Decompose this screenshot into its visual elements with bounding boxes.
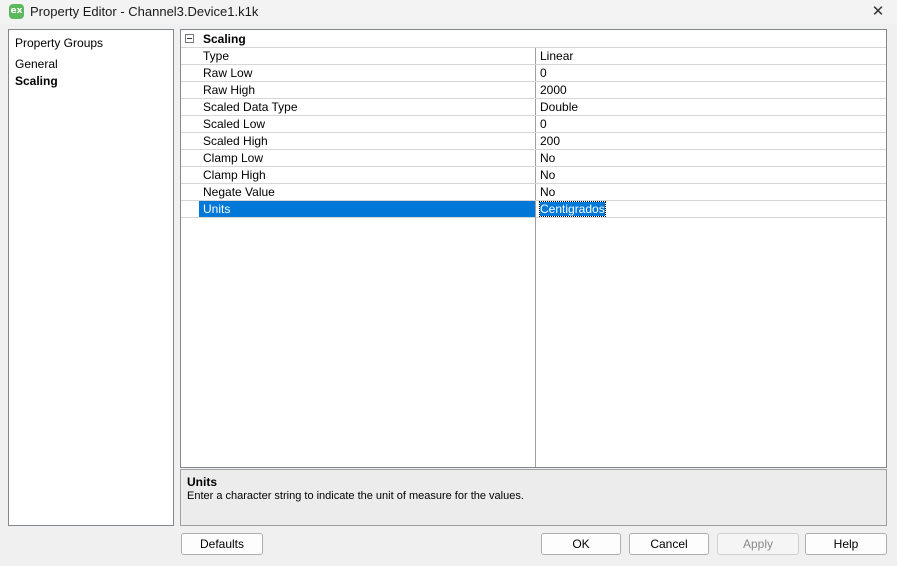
help-button[interactable]: Help	[805, 533, 887, 555]
property-value[interactable]: 0	[535, 65, 886, 81]
property-name: Scaled Low	[203, 117, 266, 131]
property-value[interactable]: No	[535, 184, 886, 200]
property-row-units[interactable]: Units Centigrados	[181, 200, 886, 217]
column-divider[interactable]	[535, 217, 536, 467]
property-row-raw-low[interactable]: Raw Low 0	[181, 64, 886, 81]
description-text: Enter a character string to indicate the…	[187, 490, 524, 502]
window-title: Property Editor - Channel3.Device1.k1k	[30, 4, 259, 19]
property-row-negate-value[interactable]: Negate Value No	[181, 183, 886, 200]
property-name: Clamp Low	[203, 151, 264, 165]
description-title: Units	[187, 475, 217, 489]
app-icon: ex	[9, 4, 24, 19]
property-value[interactable]: 0	[535, 116, 886, 132]
close-icon[interactable]: ✕	[863, 0, 893, 24]
property-editor-window: ex Property Editor - Channel3.Device1.k1…	[0, 0, 897, 566]
property-value[interactable]: No	[535, 167, 886, 183]
grid-bottom-line	[181, 217, 886, 218]
property-name: Scaled High	[203, 134, 268, 148]
group-item-scaling[interactable]: Scaling	[15, 74, 58, 88]
group-item-general[interactable]: General	[15, 57, 58, 71]
property-row-scaled-data-type[interactable]: Scaled Data Type Double	[181, 98, 886, 115]
units-value-input[interactable]: Centigrados	[535, 201, 886, 217]
property-row-scaled-high[interactable]: Scaled High 200	[181, 132, 886, 149]
property-name: Negate Value	[203, 185, 275, 199]
property-name: Type	[203, 49, 230, 63]
property-row-raw-high[interactable]: Raw High 2000	[181, 81, 886, 98]
collapse-icon[interactable]	[185, 34, 194, 43]
property-groups-header: Property Groups	[15, 36, 104, 50]
property-value[interactable]: 200	[535, 133, 886, 149]
property-name: Raw Low	[203, 66, 253, 80]
property-name: Raw High	[203, 83, 256, 97]
cancel-button[interactable]: Cancel	[629, 533, 709, 555]
apply-button[interactable]: Apply	[717, 533, 799, 555]
property-row-scaled-low[interactable]: Scaled Low 0	[181, 115, 886, 132]
property-value[interactable]: 2000	[535, 82, 886, 98]
property-name: Clamp High	[203, 168, 266, 182]
category-label: Scaling	[203, 32, 246, 46]
property-row-clamp-high[interactable]: Clamp High No	[181, 166, 886, 183]
property-groups-list: Property Groups General Scaling	[8, 29, 174, 526]
description-pane: Units Enter a character string to indica…	[180, 469, 887, 526]
property-name: Units	[199, 201, 535, 217]
property-grid: Scaling Type Linear Raw Low 0 Raw High 2…	[180, 29, 887, 468]
category-row-scaling[interactable]: Scaling	[181, 30, 886, 47]
property-value[interactable]: No	[535, 150, 886, 166]
ok-button[interactable]: OK	[541, 533, 621, 555]
property-row-clamp-low[interactable]: Clamp Low No	[181, 149, 886, 166]
property-value[interactable]: Linear	[535, 48, 886, 64]
property-value[interactable]: Double	[535, 99, 886, 115]
property-name: Scaled Data Type	[203, 100, 298, 114]
defaults-button[interactable]: Defaults	[181, 533, 263, 555]
title-bar: ex Property Editor - Channel3.Device1.k1…	[0, 0, 897, 24]
property-row-type[interactable]: Type Linear	[181, 47, 886, 64]
